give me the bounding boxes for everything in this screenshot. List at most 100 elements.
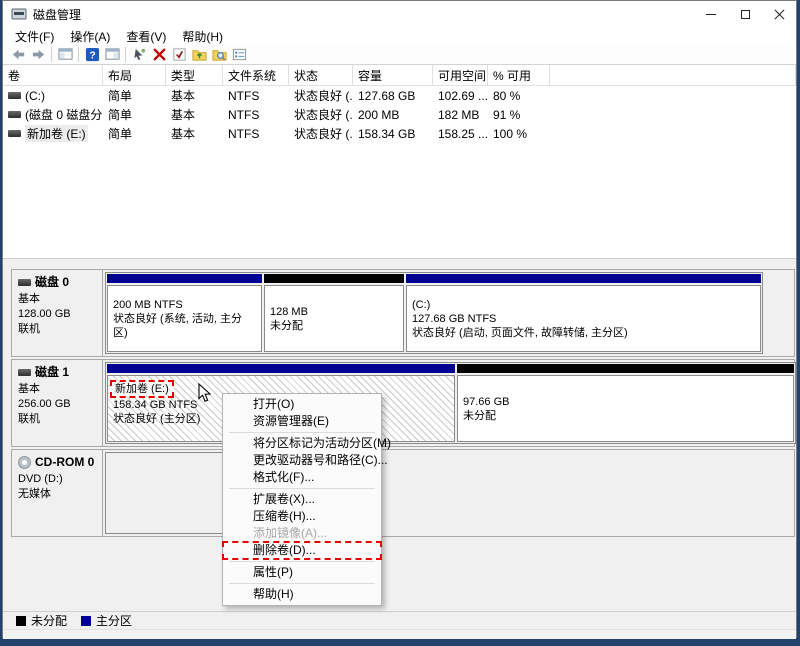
forward-icon[interactable] xyxy=(28,46,48,64)
partition-bar xyxy=(107,364,455,373)
cell-free-space: 102.69 ... xyxy=(438,88,488,103)
partition-status: 未分配 xyxy=(463,409,496,422)
pointer-icon[interactable] xyxy=(129,46,149,64)
partition-unallocated-97gb[interactable]: 97.66 GB 未分配 xyxy=(457,364,794,442)
menu-file[interactable]: 文件(F) xyxy=(7,28,62,45)
cell-status: 状态良好 (... xyxy=(294,89,353,103)
details-icon[interactable] xyxy=(229,46,249,64)
partition-size: 97.66 GB xyxy=(463,395,510,408)
mouse-cursor-icon xyxy=(198,382,212,408)
disk-type: 基本 xyxy=(18,293,40,305)
properties-check-icon[interactable] xyxy=(169,46,189,64)
menu-item-delete-volume[interactable]: 删除卷(D)... xyxy=(222,541,382,560)
menu-view[interactable]: 查看(V) xyxy=(118,28,174,45)
volume-icon xyxy=(8,92,21,99)
cell-layout: 简单 xyxy=(108,127,133,141)
cell-filesystem: NTFS xyxy=(228,107,260,122)
help-icon[interactable]: ? xyxy=(82,46,102,64)
partition-c-drive[interactable]: (C:) 127.68 GB NTFS 状态良好 (启动, 页面文件, 故障转储… xyxy=(406,274,761,352)
partition-size: 127.68 GB NTFS xyxy=(412,312,497,325)
disk1-label[interactable]: 磁盘 1 基本 256.00 GB 联机 xyxy=(12,360,103,446)
delete-icon[interactable] xyxy=(149,46,169,64)
disk-name: CD-ROM 0 xyxy=(35,455,95,469)
column-header-percent-free[interactable]: % 可用 xyxy=(488,65,550,85)
menu-item-mark-active[interactable]: 将分区标记为活动分区(M) xyxy=(223,435,391,452)
partition-size: 128 MB xyxy=(270,305,308,318)
disk-row-0: 磁盘 0 基本 128.00 GB 联机 200 MB NTFS 状态良好 (系… xyxy=(11,269,795,357)
cell-filesystem: NTFS xyxy=(228,88,260,103)
menu-separator xyxy=(229,561,375,562)
back-icon[interactable] xyxy=(8,46,28,64)
cell-layout: 简单 xyxy=(108,89,133,103)
context-menu: 打开(O) 资源管理器(E) 将分区标记为活动分区(M) 更改驱动器号和路径(C… xyxy=(222,393,391,606)
menu-separator xyxy=(229,488,375,489)
cell-percent-free: 80 % xyxy=(493,88,521,103)
volume-name: 新加卷 (E:) xyxy=(25,125,88,142)
cell-capacity: 200 MB xyxy=(358,107,400,122)
disk-management-window: 磁盘管理 文件(F) 操作(A) 查看(V) 帮助(H) ? 卷 布局 类型 文… xyxy=(2,0,797,639)
volume-icon xyxy=(8,130,21,137)
menu-action[interactable]: 操作(A) xyxy=(62,28,118,45)
volume-icon xyxy=(8,111,21,118)
cell-percent-free: 100 % xyxy=(493,126,528,141)
disk-name: 磁盘 0 xyxy=(35,275,70,289)
column-header-capacity[interactable]: 容量 xyxy=(353,65,433,85)
column-header-filesystem[interactable]: 文件系统 xyxy=(223,65,289,85)
window-title: 磁盘管理 xyxy=(33,7,82,22)
menu-item-explorer[interactable]: 资源管理器(E) xyxy=(223,413,381,430)
action-pane-icon[interactable] xyxy=(102,46,122,64)
disk-status: 联机 xyxy=(18,323,40,335)
minimize-button[interactable] xyxy=(694,1,728,27)
menu-separator xyxy=(229,583,375,584)
table-row[interactable]: (磁盘 0 磁盘分区 1) 简单 基本 NTFS 状态良好 (... 200 M… xyxy=(3,105,796,124)
maximize-button[interactable] xyxy=(728,1,762,27)
column-header-volume[interactable]: 卷 xyxy=(3,65,103,85)
column-header-free-space[interactable]: 可用空间 xyxy=(433,65,488,85)
disk0-partitions: 200 MB NTFS 状态良好 (系统, 活动, 主分区) 128 MB 未分… xyxy=(105,272,763,354)
partition-bar xyxy=(457,364,794,373)
menu-item-open[interactable]: 打开(O) xyxy=(223,396,381,413)
close-icon xyxy=(774,9,785,20)
menu-help[interactable]: 帮助(H) xyxy=(174,28,231,45)
cdrom-label[interactable]: CD-ROM 0 DVD (D:) 无媒体 xyxy=(12,450,103,536)
partition-system[interactable]: 200 MB NTFS 状态良好 (系统, 活动, 主分区) xyxy=(107,274,262,352)
find-folder-icon[interactable] xyxy=(209,46,229,64)
menu-bar: 文件(F) 操作(A) 查看(V) 帮助(H) xyxy=(3,27,796,45)
column-header-layout[interactable]: 布局 xyxy=(103,65,166,85)
partition-unallocated-128mb[interactable]: 128 MB 未分配 xyxy=(264,274,404,352)
legend-unallocated: 未分配 xyxy=(16,612,67,629)
cell-filesystem: NTFS xyxy=(228,126,260,141)
close-button[interactable] xyxy=(762,1,796,27)
volume-name: (磁盘 0 磁盘分区 1) xyxy=(25,108,103,122)
table-row-selected[interactable]: 新加卷 (E:) 简单 基本 NTFS 状态良好 (... 158.34 GB … xyxy=(3,124,796,143)
toolbar: ? xyxy=(3,45,796,65)
disk-status: 无媒体 xyxy=(18,488,51,500)
console-tree-icon[interactable] xyxy=(55,46,75,64)
minimize-icon xyxy=(706,13,716,15)
toolbar-separator xyxy=(78,47,79,62)
partition-bar xyxy=(264,274,404,283)
cell-type: 基本 xyxy=(171,89,196,103)
partition-status: 状态良好 (启动, 页面文件, 故障转储, 主分区) xyxy=(412,326,628,339)
menu-item-properties[interactable]: 属性(P) xyxy=(223,564,381,581)
partition-status: 状态良好 (系统, 活动, 主分区) xyxy=(113,312,242,339)
volume-list: 卷 布局 类型 文件系统 状态 容量 可用空间 % 可用 (C:) 简单 基本 … xyxy=(3,65,796,259)
disk0-label[interactable]: 磁盘 0 基本 128.00 GB 联机 xyxy=(12,270,103,356)
disk-name: 磁盘 1 xyxy=(35,365,70,379)
disk-type: 基本 xyxy=(18,383,40,395)
menu-item-help[interactable]: 帮助(H) xyxy=(223,586,381,603)
volume-list-header: 卷 布局 类型 文件系统 状态 容量 可用空间 % 可用 xyxy=(3,65,796,86)
column-header-filler xyxy=(550,65,796,85)
table-row[interactable]: (C:) 简单 基本 NTFS 状态良好 (... 127.68 GB 102.… xyxy=(3,86,796,105)
menu-item-shrink-volume[interactable]: 压缩卷(H)... xyxy=(223,508,381,525)
open-folder-icon[interactable] xyxy=(189,46,209,64)
column-header-type[interactable]: 类型 xyxy=(166,65,223,85)
menu-item-extend-volume[interactable]: 扩展卷(X)... xyxy=(223,491,381,508)
menu-item-format[interactable]: 格式化(F)... xyxy=(223,469,381,486)
menu-item-change-drive-letter[interactable]: 更改驱动器号和路径(C)... xyxy=(223,452,388,469)
toolbar-separator xyxy=(51,47,52,62)
title-bar: 磁盘管理 xyxy=(3,1,796,27)
column-header-status[interactable]: 状态 xyxy=(289,65,353,85)
disk-status: 联机 xyxy=(18,413,40,425)
partition-size: 200 MB NTFS xyxy=(113,298,183,311)
